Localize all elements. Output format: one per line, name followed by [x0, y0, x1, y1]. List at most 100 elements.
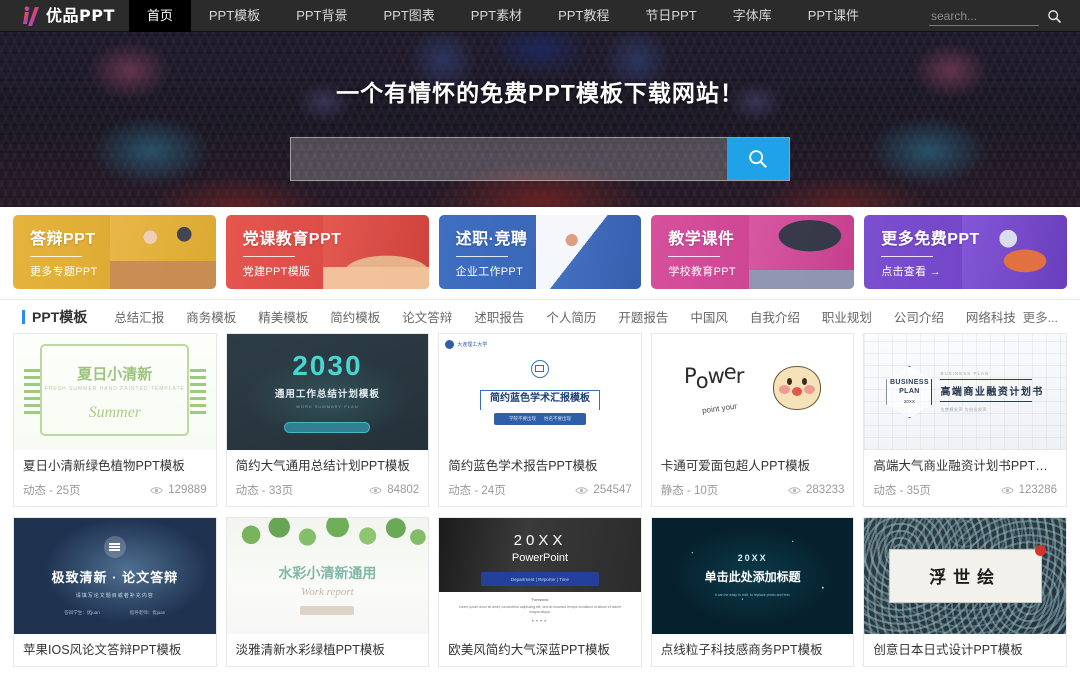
section-filter-links: 总结汇报 商务模板 精美模板 简约模板 论文答辩 述职报告 个人简历 开题报告 … — [103, 307, 1027, 326]
filter-link-thesis[interactable]: 论文答辩 — [391, 307, 463, 326]
filter-link-business[interactable]: 商务模板 — [175, 307, 247, 326]
nav-item-home[interactable]: 首页 — [128, 0, 191, 32]
filter-link-self-intro[interactable]: 自我介绍 — [739, 307, 811, 326]
thumb-word: Power — [684, 360, 744, 394]
nav-item-ppt-chart[interactable]: PPT图表 — [365, 0, 452, 32]
hero-title: 一个有情怀的免费PPT模板下载网站！ — [336, 80, 744, 106]
banner-title: 党课教育PPT — [242, 231, 342, 248]
view-count-group: 84802 — [369, 484, 419, 496]
template-card[interactable]: BUSINESS PLAN 20XX BUSINESS PLAN 高端商业融资计… — [863, 333, 1067, 507]
thumb-en-title: Work report — [301, 586, 354, 598]
thumb-en-title: WORK SUMMARY PLAN — [296, 403, 359, 409]
nav-item-ppt-background[interactable]: PPT背景 — [278, 0, 365, 32]
header-search-button[interactable] — [1045, 9, 1064, 24]
filter-link-simple[interactable]: 简约模板 — [319, 307, 391, 326]
site-logo[interactable]: 优品PPT — [0, 0, 129, 32]
filter-link-resume[interactable]: 个人简历 — [535, 307, 607, 326]
view-count: 254547 — [593, 484, 632, 496]
section-more-link[interactable]: 更多... — [1023, 307, 1058, 326]
filter-link-exquisite[interactable]: 精美模板 — [247, 307, 319, 326]
thumb-foreword-label: Foreword — [531, 597, 549, 602]
crest-label: 大连理工大学 — [457, 342, 488, 348]
thumb-subword: point your — [701, 401, 738, 415]
template-card[interactable]: 极致清新 · 论文答辩 请填写论文题目或者补充内容 答辩学生：优juan 指导老… — [13, 517, 217, 667]
nav-item-ppt-tutorial[interactable]: PPT教程 — [540, 0, 627, 32]
view-count-group: 283233 — [788, 484, 844, 496]
banner-divider — [881, 256, 934, 257]
template-thumbnail: 大连理工大学 简约蓝色学术汇报模板 学院不要出现 姓名不要出现 — [439, 334, 641, 450]
category-banner-row: 答辩PPT 更多专题PPT 党课教育PPT 党建PPT模版 述职·竞聘 企业工作… — [0, 207, 1080, 299]
template-title: 卡通可爱面包超人PPT模板 — [660, 459, 811, 473]
template-meta: 动态 - 24页 — [448, 485, 506, 497]
banner-card-defense[interactable]: 答辩PPT 更多专题PPT — [13, 215, 216, 289]
banner-divider — [455, 256, 508, 257]
template-card[interactable]: 20XX PowerPoint Department | Reporter | … — [438, 517, 642, 667]
logo-text: 优品PPT — [46, 6, 115, 25]
thumb-body-text: Lorem ipsum dolor sit amet, consectetur … — [458, 605, 622, 615]
main-nav-items: 首页 PPT模板 PPT背景 PPT图表 PPT素材 PPT教程 节日PPT 字… — [128, 0, 877, 32]
filter-link-company-intro[interactable]: 公司介绍 — [883, 307, 955, 326]
template-card[interactable]: 夏日小清新 FRESH SUMMER HAND PAINTED TEMPLATE… — [13, 333, 217, 507]
banner-title: 答辩PPT — [30, 231, 96, 248]
nav-item-ppt-template[interactable]: PPT模板 — [191, 0, 278, 32]
banner-title: 教学课件 — [668, 231, 735, 248]
nav-item-ppt-material[interactable]: PPT素材 — [453, 0, 540, 32]
filter-link-tech[interactable]: 网络科技 — [955, 307, 1027, 326]
template-card[interactable]: 水彩小清新通用 Work report 淡雅清新水彩绿植PPT模板 — [225, 517, 430, 667]
thumb-cn-title: 单击此处添加标题 — [704, 570, 801, 585]
thumb-pill — [300, 606, 355, 615]
nav-item-font-library[interactable]: 字体库 — [715, 0, 790, 32]
top-navigation-bar: 优品PPT 首页 PPT模板 PPT背景 PPT图表 PPT素材 PPT教程 节… — [0, 0, 1080, 32]
template-title: 淡雅清新水彩绿植PPT模板 — [235, 643, 385, 657]
banner-card-teaching[interactable]: 教学课件 学校教育PPT — [651, 215, 855, 289]
thumb-year: 2030 — [292, 349, 363, 381]
anpanman-face-icon — [773, 366, 822, 411]
nav-item-ppt-courseware[interactable]: PPT课件 — [790, 0, 877, 32]
university-crest: 大连理工大学 — [445, 340, 487, 349]
filter-link-proposal[interactable]: 开题报告 — [607, 307, 679, 326]
books-icon — [103, 536, 126, 558]
filter-link-career-plan[interactable]: 职业规划 — [811, 307, 883, 326]
thumb-cn-title: 高端商业融资计划书 — [940, 387, 1044, 398]
banner-card-party-education[interactable]: 党课教育PPT 党建PPT模版 — [225, 215, 429, 289]
template-card[interactable]: 20XX 单击此处添加标题 It can be easy to edit, to… — [650, 517, 855, 667]
thumb-dots: •••• — [531, 618, 549, 625]
eye-icon — [150, 486, 163, 494]
template-title: 简约大气通用总结计划PPT模板 — [235, 459, 410, 473]
banner-divider — [242, 256, 295, 257]
view-count-group: 254547 — [575, 484, 632, 496]
template-card[interactable]: Power point your 卡通可爱面包超人PPT模板 静态 - 10页 … — [650, 333, 855, 507]
view-count: 283233 — [806, 484, 845, 496]
template-thumbnail: 夏日小清新 FRESH SUMMER HAND PAINTED TEMPLATE… — [14, 334, 216, 450]
thumb-year: 20XX — [513, 532, 567, 549]
header-search-input[interactable] — [929, 6, 1039, 26]
banner-card-more-free[interactable]: 更多免费PPT 点击查看 → — [864, 215, 1067, 289]
nav-item-holiday-ppt[interactable]: 节日PPT — [627, 0, 714, 32]
template-card[interactable]: 大连理工大学 简约蓝色学术汇报模板 学院不要出现 姓名不要出现 简约蓝色学术报告… — [438, 333, 642, 507]
template-card[interactable]: 浮世绘 创意日本日式设计PPT模板 — [863, 517, 1067, 667]
hero-search-button[interactable] — [727, 138, 789, 180]
search-icon — [1048, 9, 1062, 23]
hero-search-input[interactable] — [291, 138, 727, 180]
eye-icon — [575, 486, 589, 494]
leaf-icon — [24, 368, 41, 417]
eye-icon — [369, 486, 382, 494]
banner-subtitle: 学校教育PPT — [668, 266, 736, 278]
template-title: 欧美风简约大气深蓝PPT模板 — [448, 643, 610, 657]
banner-card-job-report[interactable]: 述职·竞聘 企业工作PPT — [438, 215, 642, 289]
filter-link-summary[interactable]: 总结汇报 — [103, 307, 175, 326]
hero-search-box — [290, 137, 790, 181]
template-grid: 夏日小清新 FRESH SUMMER HAND PAINTED TEMPLATE… — [0, 333, 1080, 667]
template-meta: 动态 - 25页 — [23, 485, 81, 497]
filter-link-chinese-style[interactable]: 中国风 — [679, 307, 739, 326]
leaf-icon — [189, 368, 206, 417]
template-card[interactable]: 2030 通用工作总结计划模板 WORK SUMMARY PLAN 简约大气通用… — [225, 333, 430, 507]
view-count: 84802 — [387, 484, 420, 496]
filter-link-job-report[interactable]: 述职报告 — [463, 307, 535, 326]
template-title: 点线粒子科技感商务PPT模板 — [660, 643, 823, 657]
section-title: PPT模板 — [32, 308, 88, 325]
section-accent-bar — [22, 309, 25, 324]
banner-title: 述职·竞聘 — [455, 231, 528, 248]
template-thumbnail: 2030 通用工作总结计划模板 WORK SUMMARY PLAN — [226, 334, 429, 450]
template-thumbnail: 20XX PowerPoint Department | Reporter | … — [439, 518, 641, 634]
